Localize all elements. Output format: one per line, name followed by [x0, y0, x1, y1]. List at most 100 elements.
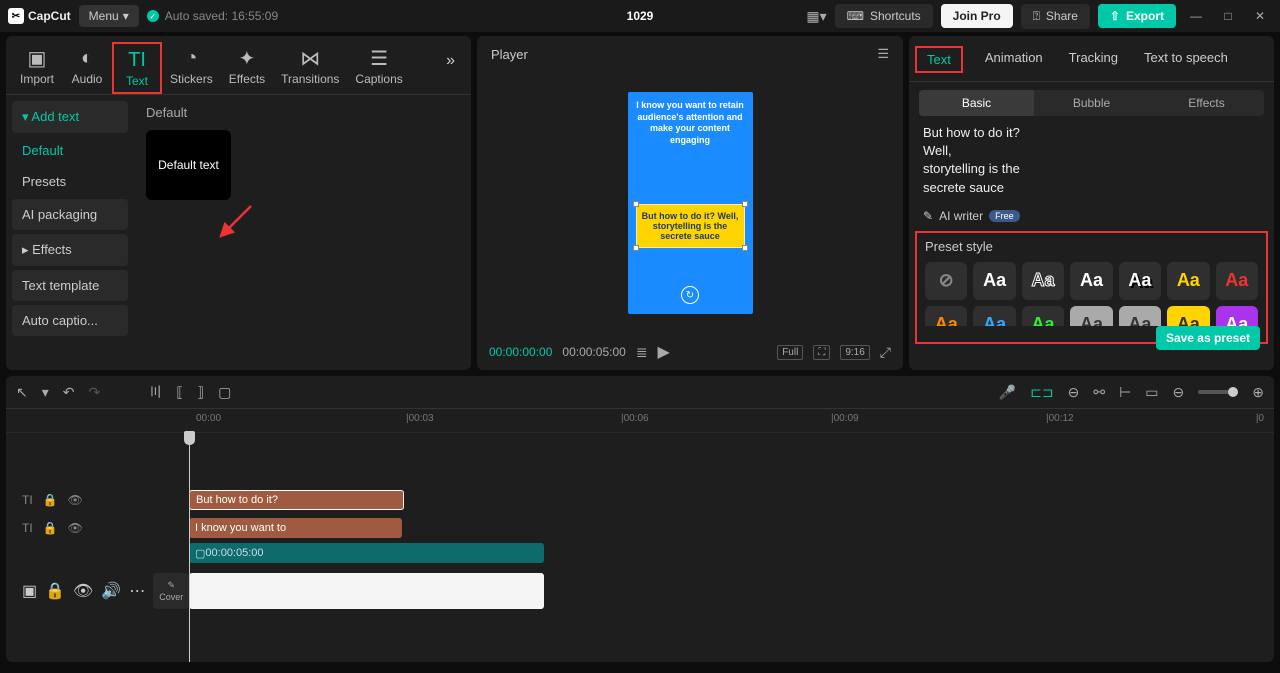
- preset-outline[interactable]: Aa: [1022, 262, 1064, 300]
- preset-shadow[interactable]: Aa: [1119, 262, 1161, 300]
- split-tool[interactable]: 〣: [148, 382, 162, 402]
- tab-captions[interactable]: ☰Captions: [347, 42, 410, 90]
- save-as-preset-button[interactable]: Save as preset: [1156, 326, 1260, 350]
- default-text-thumb[interactable]: Default text: [146, 130, 231, 200]
- pencil-icon: ✎: [168, 580, 176, 591]
- eye-icon[interactable]: 👁: [68, 493, 83, 507]
- preset-purple[interactable]: Aa: [1216, 306, 1258, 326]
- eye-icon[interactable]: 👁: [68, 521, 83, 535]
- chain-icon[interactable]: ⚯: [1093, 384, 1105, 401]
- trim-right-tool[interactable]: ⟧: [197, 384, 204, 401]
- inspector-tab-tracking[interactable]: Tracking: [1065, 46, 1122, 73]
- fullscreen-icon[interactable]: ⤢: [880, 344, 891, 361]
- export-button[interactable]: ⇧Export: [1098, 4, 1176, 28]
- eye-icon[interactable]: 👁: [73, 581, 93, 601]
- resize-handle[interactable]: [742, 201, 748, 207]
- redo-button[interactable]: ↷: [89, 384, 101, 401]
- more-icon[interactable]: ⋯: [129, 581, 145, 601]
- maximize-button[interactable]: □: [1216, 4, 1240, 28]
- player-menu-icon[interactable]: ☰: [877, 46, 889, 62]
- zoom-slider[interactable]: [1198, 390, 1238, 394]
- preview-area[interactable]: I know you want to retain audience's att…: [477, 72, 903, 334]
- lock-icon[interactable]: 🔒: [43, 521, 58, 535]
- link-icon[interactable]: ⊖: [1068, 384, 1080, 401]
- preview-icon[interactable]: ▭: [1145, 384, 1158, 401]
- preset-red[interactable]: Aa: [1216, 262, 1258, 300]
- layout-icon[interactable]: ▦▾: [806, 8, 826, 25]
- zoom-in-icon[interactable]: ⊕: [1252, 384, 1264, 401]
- preset-green[interactable]: Aa: [1022, 306, 1064, 326]
- text-input-area[interactable]: But how to do it? Well, storytelling is …: [909, 116, 1274, 205]
- tracks-area[interactable]: TI🔒👁 But how to do it? TI🔒👁 I know you w…: [6, 433, 1274, 662]
- replay-icon[interactable]: ↻: [681, 286, 699, 304]
- crop-icon[interactable]: ⛶: [813, 345, 830, 360]
- sidebar-auto-captions[interactable]: Auto captio...: [12, 305, 128, 336]
- text-clip-2[interactable]: I know you want to: [189, 518, 402, 538]
- tab-transitions[interactable]: ⋈Transitions: [273, 42, 347, 90]
- resize-handle[interactable]: [633, 245, 639, 251]
- list-icon[interactable]: ≣: [636, 344, 648, 361]
- trim-left-tool[interactable]: ⟦: [176, 384, 183, 401]
- undo-button[interactable]: ↶: [63, 384, 75, 401]
- sidebar-presets[interactable]: Presets: [12, 168, 128, 195]
- timeline-ruler[interactable]: 00:00 |00:03 |00:06 |00:09 |00:12 |0: [6, 409, 1274, 433]
- sidebar-default[interactable]: Default: [12, 137, 128, 164]
- inspector-tab-animation[interactable]: Animation: [981, 46, 1047, 73]
- sidebar-add-text[interactable]: ▾ Add text: [12, 101, 128, 133]
- full-button[interactable]: Full: [777, 345, 803, 360]
- tab-import[interactable]: ▣Import: [12, 42, 62, 90]
- pointer-tool[interactable]: ↖: [16, 384, 28, 401]
- tab-effects[interactable]: ✦Effects: [221, 42, 273, 90]
- menu-button[interactable]: Menu▾: [79, 5, 139, 27]
- preset-orange[interactable]: Aa: [925, 306, 967, 326]
- text-clip-1[interactable]: But how to do it?: [189, 490, 404, 510]
- ratio-button[interactable]: 9:16: [840, 345, 869, 360]
- cover-button[interactable]: ✎Cover: [153, 573, 189, 609]
- text-layer-1[interactable]: I know you want to retain audience's att…: [634, 100, 747, 147]
- text-layer-2-selected[interactable]: But how to do it? Well, storytelling is …: [636, 204, 745, 248]
- playhead[interactable]: [189, 433, 190, 662]
- tab-text[interactable]: TIText: [112, 42, 162, 94]
- magnet-icon[interactable]: ⊏⊐: [1030, 384, 1053, 401]
- close-button[interactable]: ✕: [1248, 4, 1272, 28]
- subtab-basic[interactable]: Basic: [919, 90, 1034, 116]
- align-icon[interactable]: ⊢: [1119, 384, 1131, 401]
- resize-handle[interactable]: [633, 201, 639, 207]
- play-button[interactable]: ▶: [658, 342, 670, 362]
- preset-grey1[interactable]: Aa: [1070, 306, 1112, 326]
- more-tabs-button[interactable]: »: [436, 42, 465, 80]
- lock-icon[interactable]: 🔒: [45, 581, 65, 601]
- inspector-tab-tts[interactable]: Text to speech: [1140, 46, 1232, 73]
- sidebar-effects[interactable]: ▸ Effects: [12, 234, 128, 266]
- delete-tool[interactable]: ▢: [218, 384, 231, 401]
- zoom-out-icon[interactable]: ⊖: [1173, 384, 1185, 401]
- subtab-effects[interactable]: Effects: [1149, 90, 1264, 116]
- canvas[interactable]: I know you want to retain audience's att…: [628, 92, 753, 314]
- preset-none[interactable]: ⊘: [925, 262, 967, 300]
- minimize-button[interactable]: —: [1184, 4, 1208, 28]
- lock-icon[interactable]: 🔒: [43, 493, 58, 507]
- mic-icon[interactable]: 🎤: [999, 384, 1016, 401]
- preset-grey2[interactable]: Aa: [1119, 306, 1161, 326]
- shortcuts-button[interactable]: ⌨Shortcuts: [835, 4, 933, 28]
- video-clip[interactable]: [189, 573, 544, 609]
- share-button[interactable]: ⍰Share: [1021, 4, 1090, 29]
- subtab-bubble[interactable]: Bubble: [1034, 90, 1149, 116]
- mute-icon[interactable]: 🔊: [101, 581, 121, 601]
- sidebar-ai-packaging[interactable]: AI packaging: [12, 199, 128, 230]
- inspector-tab-text[interactable]: Text: [915, 46, 963, 73]
- stickers-icon: ◔: [185, 46, 197, 70]
- preset-yellow[interactable]: Aa: [1167, 262, 1209, 300]
- tab-audio[interactable]: ◐Audio: [62, 42, 112, 90]
- preset-white[interactable]: Aa: [973, 262, 1015, 300]
- preset-ybox[interactable]: Aa: [1167, 306, 1209, 326]
- preset-blue[interactable]: Aa: [973, 306, 1015, 326]
- preset-bold[interactable]: Aa: [1070, 262, 1112, 300]
- resize-handle[interactable]: [742, 245, 748, 251]
- video-clip-header[interactable]: ▢ 00:00:05:00: [189, 543, 544, 563]
- tab-stickers[interactable]: ◔Stickers: [162, 42, 221, 90]
- pointer-dropdown[interactable]: ▾: [42, 384, 49, 401]
- ai-writer-button[interactable]: ✎ AI writer Free: [923, 209, 1260, 223]
- join-pro-button[interactable]: Join Pro: [941, 4, 1013, 28]
- sidebar-text-template[interactable]: Text template: [12, 270, 128, 301]
